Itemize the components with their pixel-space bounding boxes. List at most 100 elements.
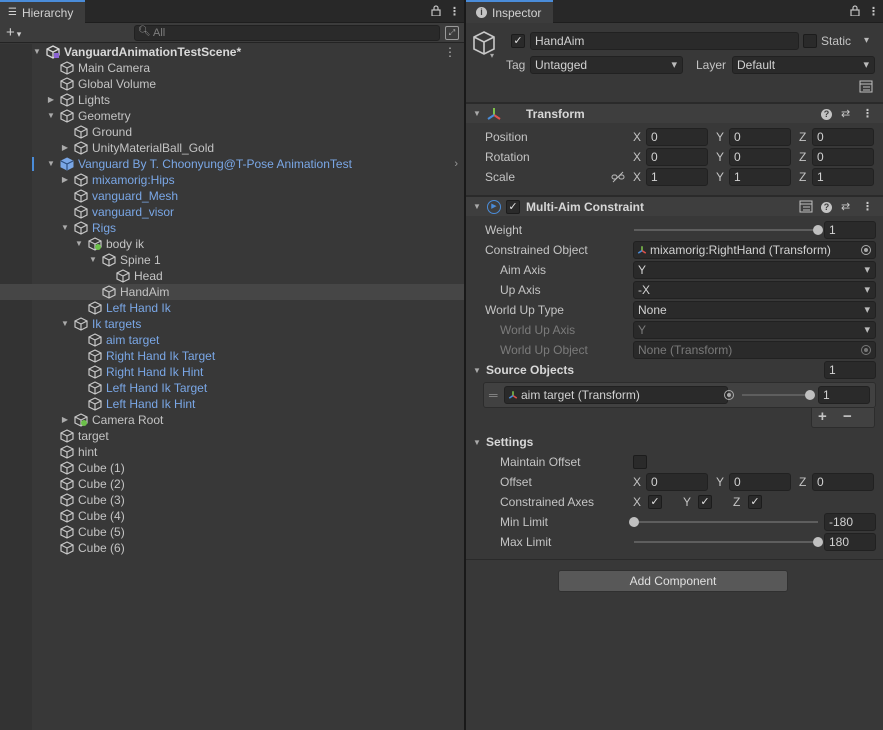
scene-visibility-icon[interactable]: ⤢ — [445, 26, 459, 40]
hierarchy-row[interactable]: ▼ Ik targets — [0, 316, 464, 332]
axis-y-label[interactable]: Y — [716, 129, 724, 145]
help-icon[interactable]: ? — [821, 107, 832, 121]
axis-x-label[interactable]: X — [633, 149, 641, 165]
add-component-button[interactable]: Add Component — [558, 570, 788, 592]
hierarchy-row[interactable]: Cube (6) — [0, 540, 464, 556]
up-axis-label[interactable]: Up Axis — [500, 282, 541, 298]
fold-closed-icon[interactable]: ▶ — [60, 172, 70, 188]
offset-label[interactable]: Offset — [500, 474, 532, 490]
scene-row[interactable]: ▼ VanguardAnimationTestScene* ⋮ — [0, 44, 464, 60]
constrained-object-label[interactable]: Constrained Object — [485, 242, 588, 258]
more-menu-icon[interactable]: ⋮ — [449, 5, 460, 18]
fold-open-icon[interactable]: ▼ — [46, 156, 56, 172]
source-weight-slider-knob[interactable] — [805, 390, 815, 400]
hierarchy-row[interactable]: Main Camera — [0, 60, 464, 76]
hierarchy-row[interactable]: ▶ Lights — [0, 92, 464, 108]
hierarchy-row[interactable]: vanguard_Mesh — [0, 188, 464, 204]
hierarchy-row[interactable]: Cube (5) — [0, 524, 464, 540]
fold-open-icon[interactable]: ▼ — [473, 109, 481, 118]
chevron-right-icon[interactable]: › — [454, 156, 458, 172]
source-weight-field[interactable]: 1 — [818, 386, 870, 404]
axis-z-label[interactable]: Z — [799, 169, 806, 185]
hierarchy-row[interactable]: Left Hand Ik Target — [0, 380, 464, 396]
drag-handle-icon[interactable]: ═ — [489, 387, 498, 403]
min-limit-slider-track[interactable] — [634, 521, 818, 523]
hierarchy-row[interactable]: ▼ Geometry — [0, 108, 464, 124]
weight-slider-track[interactable] — [634, 229, 818, 231]
hierarchy-row[interactable]: Cube (2) — [0, 476, 464, 492]
scale-y-field[interactable]: 1 — [729, 168, 791, 186]
component-menu-icon[interactable]: ⋮ — [862, 107, 873, 121]
hierarchy-row[interactable]: aim target — [0, 332, 464, 348]
source-objects-label[interactable]: Source Objects — [486, 362, 574, 378]
more-menu-icon[interactable]: ⋮ — [444, 44, 456, 60]
max-limit-label[interactable]: Max Limit — [500, 534, 551, 550]
hierarchy-search-input[interactable]: All — [134, 25, 440, 41]
world-up-type-dropdown[interactable]: None — [633, 301, 876, 319]
position-x-field[interactable]: 0 — [646, 128, 708, 146]
add-source-button[interactable]: + — [818, 409, 827, 425]
scale-z-field[interactable]: 1 — [812, 168, 874, 186]
lock-icon[interactable] — [850, 4, 860, 19]
position-y-field[interactable]: 0 — [729, 128, 791, 146]
constrain-x-checkbox[interactable]: ✓ — [648, 495, 662, 509]
min-limit-field[interactable]: -180 — [824, 513, 876, 531]
hierarchy-row[interactable]: ▼ body ik — [0, 236, 464, 252]
component-settings-icon[interactable] — [859, 80, 873, 93]
lock-icon[interactable] — [431, 4, 441, 19]
axis-z-label[interactable]: Z — [799, 474, 806, 490]
world-up-type-label[interactable]: World Up Type — [485, 302, 564, 318]
scale-x-field[interactable]: 1 — [646, 168, 708, 186]
min-limit-slider-knob[interactable] — [629, 517, 639, 527]
object-picker-icon[interactable] — [861, 245, 871, 255]
hierarchy-row[interactable]: Left Hand Ik Hint — [0, 396, 464, 412]
constrain-z-checkbox[interactable]: ✓ — [748, 495, 762, 509]
object-picker-icon[interactable] — [724, 390, 734, 400]
offset-z-field[interactable]: 0 — [812, 473, 874, 491]
maintain-offset-checkbox[interactable] — [633, 455, 647, 469]
min-limit-label[interactable]: Min Limit — [500, 514, 548, 530]
fold-open-icon[interactable]: ▼ — [473, 366, 481, 375]
hierarchy-row[interactable]: Global Volume — [0, 76, 464, 92]
help-icon[interactable]: ? — [821, 200, 832, 214]
axis-z-label[interactable]: Z — [799, 129, 806, 145]
presets-icon[interactable]: ⇄ — [841, 107, 850, 121]
rotation-label[interactable]: Rotation — [485, 149, 530, 165]
hierarchy-row[interactable]: ▼ Spine 1 — [0, 252, 464, 268]
constrained-axes-label[interactable]: Constrained Axes — [500, 494, 594, 510]
source-weight-slider-track[interactable] — [742, 394, 810, 396]
axis-y-label[interactable]: Y — [716, 474, 724, 490]
rotation-x-field[interactable]: 0 — [646, 148, 708, 166]
hierarchy-row[interactable]: Ground — [0, 124, 464, 140]
more-menu-icon[interactable]: ⋮ — [868, 5, 879, 18]
max-limit-field[interactable]: 180 — [824, 533, 876, 551]
position-z-field[interactable]: 0 — [812, 128, 874, 146]
static-checkbox[interactable] — [803, 34, 817, 48]
up-axis-dropdown[interactable]: -X — [633, 281, 876, 299]
hierarchy-row[interactable]: HandAim — [0, 284, 464, 300]
hierarchy-row[interactable]: Cube (3) — [0, 492, 464, 508]
axis-x-label[interactable]: X — [633, 169, 641, 185]
constrain-proportions-icon[interactable] — [611, 171, 625, 183]
aim-axis-label[interactable]: Aim Axis — [500, 262, 546, 278]
hierarchy-row[interactable]: ▼ Rigs — [0, 220, 464, 236]
fold-open-icon[interactable]: ▼ — [473, 202, 481, 211]
layer-dropdown[interactable]: Default — [732, 56, 875, 74]
weight-slider-knob[interactable] — [813, 225, 823, 235]
hierarchy-row[interactable]: Right Hand Ik Hint — [0, 364, 464, 380]
component-settings-icon[interactable] — [799, 200, 813, 213]
fold-open-icon[interactable]: ▼ — [473, 438, 481, 447]
hierarchy-row[interactable]: Cube (1) — [0, 460, 464, 476]
hierarchy-row[interactable]: target — [0, 428, 464, 444]
max-limit-slider-knob[interactable] — [813, 537, 823, 547]
tab-hierarchy[interactable]: ☰ Hierarchy — [0, 0, 86, 23]
fold-open-icon[interactable]: ▼ — [88, 252, 98, 268]
axis-y-label[interactable]: Y — [716, 149, 724, 165]
source-object-field[interactable]: aim target (Transform) — [504, 386, 728, 404]
add-object-button[interactable]: + ▾ — [6, 24, 21, 43]
fold-closed-icon[interactable]: ▶ — [60, 412, 70, 428]
chevron-down-icon[interactable]: ▾ — [490, 48, 494, 64]
scale-label[interactable]: Scale — [485, 169, 515, 185]
source-objects-count-field[interactable]: 1 — [824, 361, 876, 379]
active-checkbox[interactable]: ✓ — [511, 34, 525, 48]
